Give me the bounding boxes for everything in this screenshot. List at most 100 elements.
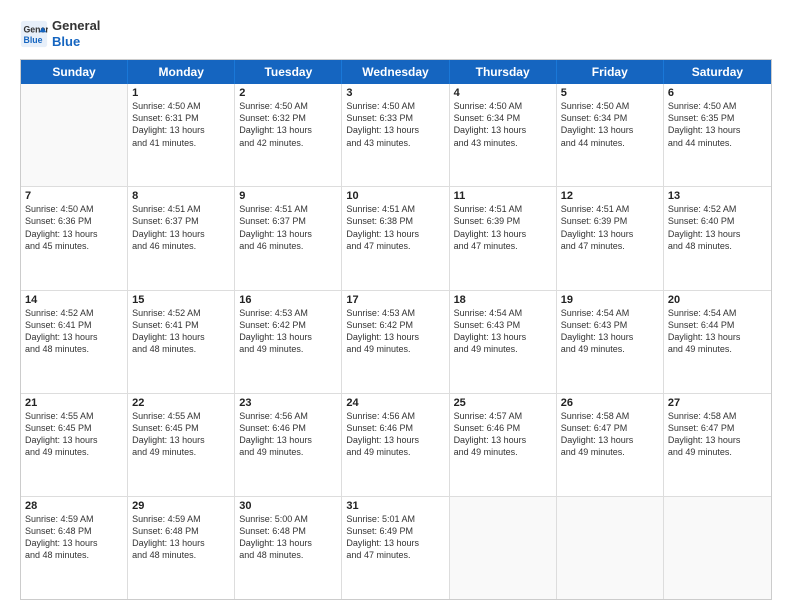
weekday-header-wednesday: Wednesday bbox=[342, 60, 449, 84]
day-cell-6: 6Sunrise: 4:50 AM Sunset: 6:35 PM Daylig… bbox=[664, 84, 771, 186]
empty-cell bbox=[450, 497, 557, 599]
day-number: 1 bbox=[132, 87, 230, 99]
day-cell-15: 15Sunrise: 4:52 AM Sunset: 6:41 PM Dayli… bbox=[128, 291, 235, 393]
day-number: 23 bbox=[239, 397, 337, 409]
weekday-header-saturday: Saturday bbox=[664, 60, 771, 84]
day-info: Sunrise: 4:50 AM Sunset: 6:31 PM Dayligh… bbox=[132, 100, 230, 149]
calendar-row-4: 28Sunrise: 4:59 AM Sunset: 6:48 PM Dayli… bbox=[21, 497, 771, 599]
empty-cell bbox=[557, 497, 664, 599]
day-number: 30 bbox=[239, 500, 337, 512]
day-info: Sunrise: 4:51 AM Sunset: 6:38 PM Dayligh… bbox=[346, 203, 444, 252]
day-info: Sunrise: 4:56 AM Sunset: 6:46 PM Dayligh… bbox=[239, 410, 337, 459]
day-number: 3 bbox=[346, 87, 444, 99]
day-info: Sunrise: 4:51 AM Sunset: 6:39 PM Dayligh… bbox=[561, 203, 659, 252]
day-number: 9 bbox=[239, 190, 337, 202]
day-cell-31: 31Sunrise: 5:01 AM Sunset: 6:49 PM Dayli… bbox=[342, 497, 449, 599]
day-cell-30: 30Sunrise: 5:00 AM Sunset: 6:48 PM Dayli… bbox=[235, 497, 342, 599]
logo-icon: General Blue bbox=[20, 20, 48, 48]
day-number: 19 bbox=[561, 294, 659, 306]
day-cell-18: 18Sunrise: 4:54 AM Sunset: 6:43 PM Dayli… bbox=[450, 291, 557, 393]
weekday-header-thursday: Thursday bbox=[450, 60, 557, 84]
svg-text:General: General bbox=[24, 24, 49, 34]
day-info: Sunrise: 4:59 AM Sunset: 6:48 PM Dayligh… bbox=[132, 513, 230, 562]
day-cell-22: 22Sunrise: 4:55 AM Sunset: 6:45 PM Dayli… bbox=[128, 394, 235, 496]
day-number: 18 bbox=[454, 294, 552, 306]
day-info: Sunrise: 4:51 AM Sunset: 6:37 PM Dayligh… bbox=[132, 203, 230, 252]
day-number: 4 bbox=[454, 87, 552, 99]
day-cell-5: 5Sunrise: 4:50 AM Sunset: 6:34 PM Daylig… bbox=[557, 84, 664, 186]
weekday-header-tuesday: Tuesday bbox=[235, 60, 342, 84]
day-info: Sunrise: 4:53 AM Sunset: 6:42 PM Dayligh… bbox=[346, 307, 444, 356]
day-cell-3: 3Sunrise: 4:50 AM Sunset: 6:33 PM Daylig… bbox=[342, 84, 449, 186]
day-number: 26 bbox=[561, 397, 659, 409]
day-cell-24: 24Sunrise: 4:56 AM Sunset: 6:46 PM Dayli… bbox=[342, 394, 449, 496]
day-cell-8: 8Sunrise: 4:51 AM Sunset: 6:37 PM Daylig… bbox=[128, 187, 235, 289]
calendar: SundayMondayTuesdayWednesdayThursdayFrid… bbox=[20, 59, 772, 600]
day-cell-1: 1Sunrise: 4:50 AM Sunset: 6:31 PM Daylig… bbox=[128, 84, 235, 186]
day-info: Sunrise: 4:52 AM Sunset: 6:41 PM Dayligh… bbox=[25, 307, 123, 356]
day-info: Sunrise: 4:57 AM Sunset: 6:46 PM Dayligh… bbox=[454, 410, 552, 459]
day-cell-2: 2Sunrise: 4:50 AM Sunset: 6:32 PM Daylig… bbox=[235, 84, 342, 186]
day-number: 28 bbox=[25, 500, 123, 512]
logo: General Blue General Blue bbox=[20, 18, 100, 49]
day-number: 10 bbox=[346, 190, 444, 202]
calendar-row-0: 1Sunrise: 4:50 AM Sunset: 6:31 PM Daylig… bbox=[21, 84, 771, 187]
day-info: Sunrise: 4:50 AM Sunset: 6:32 PM Dayligh… bbox=[239, 100, 337, 149]
day-info: Sunrise: 4:54 AM Sunset: 6:44 PM Dayligh… bbox=[668, 307, 767, 356]
day-number: 12 bbox=[561, 190, 659, 202]
day-number: 14 bbox=[25, 294, 123, 306]
empty-cell bbox=[664, 497, 771, 599]
day-info: Sunrise: 4:59 AM Sunset: 6:48 PM Dayligh… bbox=[25, 513, 123, 562]
day-info: Sunrise: 4:54 AM Sunset: 6:43 PM Dayligh… bbox=[561, 307, 659, 356]
day-cell-26: 26Sunrise: 4:58 AM Sunset: 6:47 PM Dayli… bbox=[557, 394, 664, 496]
day-number: 5 bbox=[561, 87, 659, 99]
day-number: 31 bbox=[346, 500, 444, 512]
weekday-header-sunday: Sunday bbox=[21, 60, 128, 84]
empty-cell bbox=[21, 84, 128, 186]
day-info: Sunrise: 4:55 AM Sunset: 6:45 PM Dayligh… bbox=[25, 410, 123, 459]
day-info: Sunrise: 4:54 AM Sunset: 6:43 PM Dayligh… bbox=[454, 307, 552, 356]
day-cell-20: 20Sunrise: 4:54 AM Sunset: 6:44 PM Dayli… bbox=[664, 291, 771, 393]
day-info: Sunrise: 4:50 AM Sunset: 6:34 PM Dayligh… bbox=[561, 100, 659, 149]
day-cell-28: 28Sunrise: 4:59 AM Sunset: 6:48 PM Dayli… bbox=[21, 497, 128, 599]
day-info: Sunrise: 4:51 AM Sunset: 6:39 PM Dayligh… bbox=[454, 203, 552, 252]
day-number: 22 bbox=[132, 397, 230, 409]
day-cell-21: 21Sunrise: 4:55 AM Sunset: 6:45 PM Dayli… bbox=[21, 394, 128, 496]
day-number: 24 bbox=[346, 397, 444, 409]
day-cell-11: 11Sunrise: 4:51 AM Sunset: 6:39 PM Dayli… bbox=[450, 187, 557, 289]
day-number: 27 bbox=[668, 397, 767, 409]
day-cell-29: 29Sunrise: 4:59 AM Sunset: 6:48 PM Dayli… bbox=[128, 497, 235, 599]
day-info: Sunrise: 4:50 AM Sunset: 6:33 PM Dayligh… bbox=[346, 100, 444, 149]
day-number: 7 bbox=[25, 190, 123, 202]
svg-text:Blue: Blue bbox=[24, 34, 43, 44]
calendar-row-3: 21Sunrise: 4:55 AM Sunset: 6:45 PM Dayli… bbox=[21, 394, 771, 497]
day-cell-23: 23Sunrise: 4:56 AM Sunset: 6:46 PM Dayli… bbox=[235, 394, 342, 496]
day-number: 25 bbox=[454, 397, 552, 409]
calendar-row-2: 14Sunrise: 4:52 AM Sunset: 6:41 PM Dayli… bbox=[21, 291, 771, 394]
day-number: 13 bbox=[668, 190, 767, 202]
day-number: 17 bbox=[346, 294, 444, 306]
day-number: 29 bbox=[132, 500, 230, 512]
day-number: 20 bbox=[668, 294, 767, 306]
day-cell-25: 25Sunrise: 4:57 AM Sunset: 6:46 PM Dayli… bbox=[450, 394, 557, 496]
calendar-body: 1Sunrise: 4:50 AM Sunset: 6:31 PM Daylig… bbox=[21, 84, 771, 599]
calendar-row-1: 7Sunrise: 4:50 AM Sunset: 6:36 PM Daylig… bbox=[21, 187, 771, 290]
day-cell-27: 27Sunrise: 4:58 AM Sunset: 6:47 PM Dayli… bbox=[664, 394, 771, 496]
day-cell-10: 10Sunrise: 4:51 AM Sunset: 6:38 PM Dayli… bbox=[342, 187, 449, 289]
day-number: 11 bbox=[454, 190, 552, 202]
day-info: Sunrise: 4:58 AM Sunset: 6:47 PM Dayligh… bbox=[668, 410, 767, 459]
day-number: 15 bbox=[132, 294, 230, 306]
day-number: 8 bbox=[132, 190, 230, 202]
day-number: 21 bbox=[25, 397, 123, 409]
day-info: Sunrise: 4:50 AM Sunset: 6:34 PM Dayligh… bbox=[454, 100, 552, 149]
day-info: Sunrise: 4:52 AM Sunset: 6:40 PM Dayligh… bbox=[668, 203, 767, 252]
calendar-header: SundayMondayTuesdayWednesdayThursdayFrid… bbox=[21, 60, 771, 84]
day-info: Sunrise: 5:00 AM Sunset: 6:48 PM Dayligh… bbox=[239, 513, 337, 562]
day-info: Sunrise: 4:50 AM Sunset: 6:36 PM Dayligh… bbox=[25, 203, 123, 252]
day-number: 6 bbox=[668, 87, 767, 99]
day-cell-17: 17Sunrise: 4:53 AM Sunset: 6:42 PM Dayli… bbox=[342, 291, 449, 393]
day-cell-16: 16Sunrise: 4:53 AM Sunset: 6:42 PM Dayli… bbox=[235, 291, 342, 393]
header: General Blue General Blue bbox=[20, 18, 772, 49]
day-info: Sunrise: 4:50 AM Sunset: 6:35 PM Dayligh… bbox=[668, 100, 767, 149]
day-cell-7: 7Sunrise: 4:50 AM Sunset: 6:36 PM Daylig… bbox=[21, 187, 128, 289]
